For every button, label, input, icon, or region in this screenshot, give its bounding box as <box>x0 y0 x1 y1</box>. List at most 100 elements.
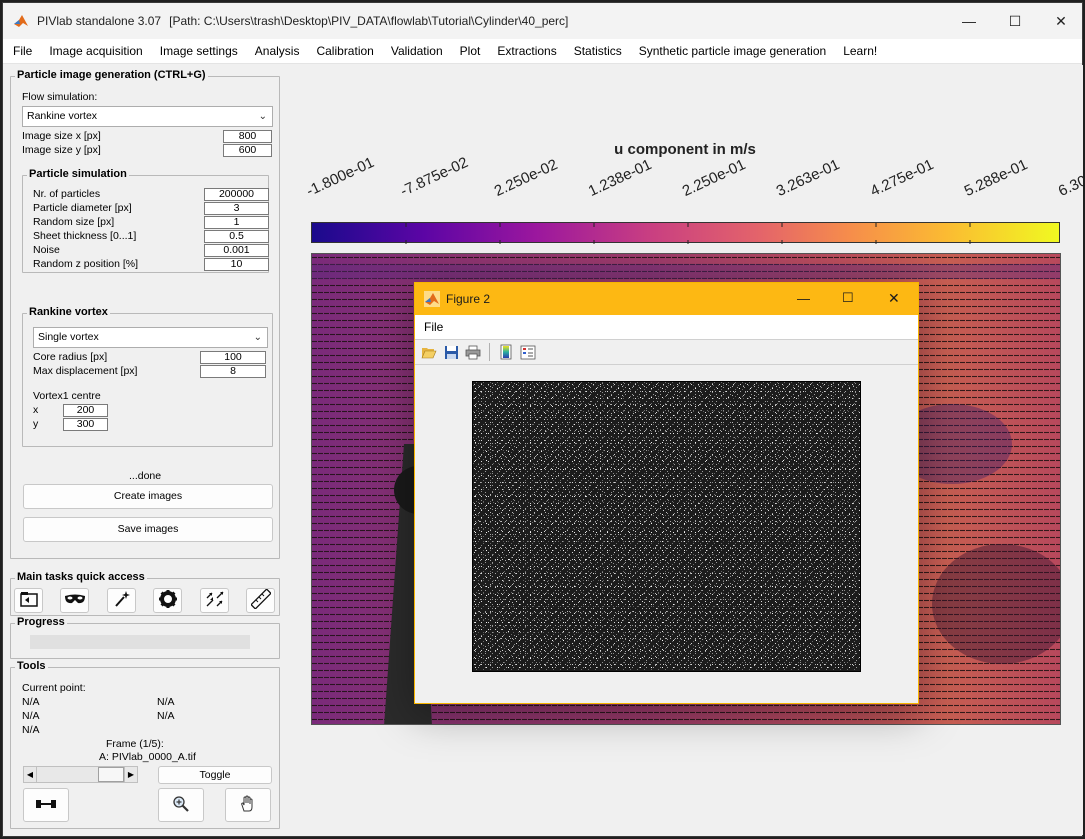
image-size-x-label: Image size x [px] <box>22 130 101 142</box>
frame-slider[interactable]: ◀ ▶ <box>23 766 138 783</box>
maximize-button[interactable]: ☐ <box>992 3 1038 39</box>
quick-access-title: Main tasks quick access <box>15 571 147 583</box>
figure-menu-file[interactable]: File <box>424 320 443 334</box>
max-displacement-field[interactable]: 8 <box>200 365 266 378</box>
slider-thumb[interactable] <box>98 767 124 782</box>
flow-simulation-label: Flow simulation: <box>22 91 98 103</box>
colorbar-tick-label: 5.288e-01 <box>961 156 1031 200</box>
create-images-button[interactable]: Create images <box>23 484 273 509</box>
figure-minimize-icon[interactable]: — <box>797 291 810 306</box>
mask-icon <box>64 593 86 608</box>
menu-synthetic[interactable]: Synthetic particle image generation <box>630 44 834 58</box>
centre-y-field[interactable]: 300 <box>63 418 108 431</box>
colorbar-tick-label: -7.875e-02 <box>397 153 471 200</box>
image-size-x-field[interactable]: 800 <box>223 130 272 143</box>
colorbar <box>311 222 1060 244</box>
core-radius-field[interactable]: 100 <box>200 351 266 364</box>
progress-bar <box>30 635 250 649</box>
vortex-mode-value: Single vortex <box>38 331 99 343</box>
rankine-vortex-title: Rankine vortex <box>27 306 110 318</box>
toggle-button[interactable]: Toggle <box>158 766 272 784</box>
calibration-button[interactable] <box>246 588 275 613</box>
panel-title: Particle image generation (CTRL+G) <box>15 69 208 81</box>
slider-right-arrow-icon[interactable]: ▶ <box>124 767 137 782</box>
print-icon[interactable] <box>463 345 483 360</box>
progress-title: Progress <box>15 616 67 628</box>
particle-diameter-field[interactable]: 3 <box>204 202 269 215</box>
menu-validation[interactable]: Validation <box>382 44 451 58</box>
colorbar-toggle-icon[interactable] <box>496 344 516 360</box>
point-u-value: N/A <box>157 696 175 708</box>
load-images-button[interactable] <box>14 588 43 613</box>
save-icon[interactable] <box>441 345 461 360</box>
app-title: PIVlab standalone 3.07 <box>37 14 162 28</box>
menu-extractions[interactable]: Extractions <box>488 44 564 58</box>
figure-title: Figure 2 <box>446 292 491 306</box>
zoom-button[interactable] <box>158 788 204 822</box>
flow-simulation-dropdown[interactable]: Rankine vortex ⌄ <box>22 106 273 127</box>
open-folder-icon[interactable] <box>419 345 439 359</box>
menu-image-acquisition[interactable]: Image acquisition <box>40 44 150 58</box>
colorbar-tick-label: -1.800e-01 <box>303 153 377 200</box>
colorbar-tick-label: 2.250e-02 <box>491 156 561 200</box>
distance-tool-button[interactable] <box>23 788 69 822</box>
legend-toggle-icon[interactable] <box>518 345 538 360</box>
particle-generation-panel: Particle image generation (CTRL+G) Flow … <box>10 69 280 559</box>
centre-x-label: x <box>33 404 39 416</box>
particle-count-field[interactable]: 200000 <box>204 188 269 201</box>
close-icon: ✕ <box>1055 12 1067 29</box>
vortex-mode-dropdown[interactable]: Single vortex ⌄ <box>33 327 268 348</box>
folder-icon <box>19 591 38 610</box>
max-displacement-label: Max displacement [px] <box>33 365 138 377</box>
random-size-label: Random size [px] <box>33 216 115 228</box>
image-size-y-field[interactable]: 600 <box>223 144 272 157</box>
progress-panel: Progress <box>10 616 280 659</box>
colorbar-tick-label: 6.30 <box>1055 172 1085 200</box>
measure-icon <box>35 799 57 812</box>
vectors-icon <box>205 590 225 611</box>
analyze-button[interactable] <box>200 588 229 613</box>
noise-field[interactable]: 0.001 <box>204 244 269 257</box>
sheet-thickness-field[interactable]: 0.5 <box>204 230 269 243</box>
analysis-settings-button[interactable] <box>153 588 182 613</box>
mask-button[interactable] <box>60 588 89 613</box>
point-v-value: N/A <box>157 710 175 722</box>
particle-count-label: Nr. of particles <box>33 188 101 200</box>
random-size-field[interactable]: 1 <box>204 216 269 229</box>
figure-window[interactable]: Figure 2 — ☐ ✕ File <box>414 282 919 704</box>
particle-image[interactable] <box>472 381 861 672</box>
point-extra-value: N/A <box>22 724 40 736</box>
menu-file[interactable]: File <box>3 44 40 58</box>
core-radius-label: Core radius [px] <box>33 351 108 363</box>
title-bar: PIVlab standalone 3.07 [Path: C:\Users\t… <box>3 3 1082 39</box>
colorbar-tick-label: 2.250e-01 <box>679 156 749 200</box>
random-z-field[interactable]: 10 <box>204 258 269 271</box>
noise-label: Noise <box>33 244 60 256</box>
menu-learn[interactable]: Learn! <box>834 44 885 58</box>
tools-title: Tools <box>15 660 48 672</box>
maximize-icon: ☐ <box>1008 12 1022 29</box>
menu-analysis[interactable]: Analysis <box>246 44 308 58</box>
figure-toolbar <box>415 339 918 365</box>
colorbar-tick-label: 1.238e-01 <box>585 156 655 200</box>
menu-statistics[interactable]: Statistics <box>565 44 630 58</box>
matlab-logo-icon <box>13 13 29 29</box>
minimize-button[interactable]: — <box>946 3 992 39</box>
pan-button[interactable] <box>225 788 271 822</box>
current-point-label: Current point: <box>22 682 86 694</box>
figure-menu-bar: File <box>415 315 918 339</box>
ruler-icon <box>249 588 272 612</box>
save-images-button[interactable]: Save images <box>23 517 273 542</box>
menu-image-settings[interactable]: Image settings <box>151 44 246 58</box>
rankine-vortex-panel: Rankine vortex Single vortex ⌄ Core radi… <box>22 306 273 447</box>
figure-maximize-icon[interactable]: ☐ <box>842 290 854 306</box>
window-path: [Path: C:\Users\trash\Desktop\PIV_DATA\f… <box>169 14 569 28</box>
slider-left-arrow-icon[interactable]: ◀ <box>24 767 37 782</box>
quick-access-panel: Main tasks quick access <box>10 571 280 616</box>
preprocessing-button[interactable] <box>107 588 136 613</box>
menu-calibration[interactable]: Calibration <box>307 44 381 58</box>
centre-x-field[interactable]: 200 <box>63 404 108 417</box>
menu-plot[interactable]: Plot <box>451 44 489 58</box>
close-button[interactable]: ✕ <box>1038 3 1084 39</box>
figure-close-icon[interactable]: ✕ <box>888 290 900 307</box>
